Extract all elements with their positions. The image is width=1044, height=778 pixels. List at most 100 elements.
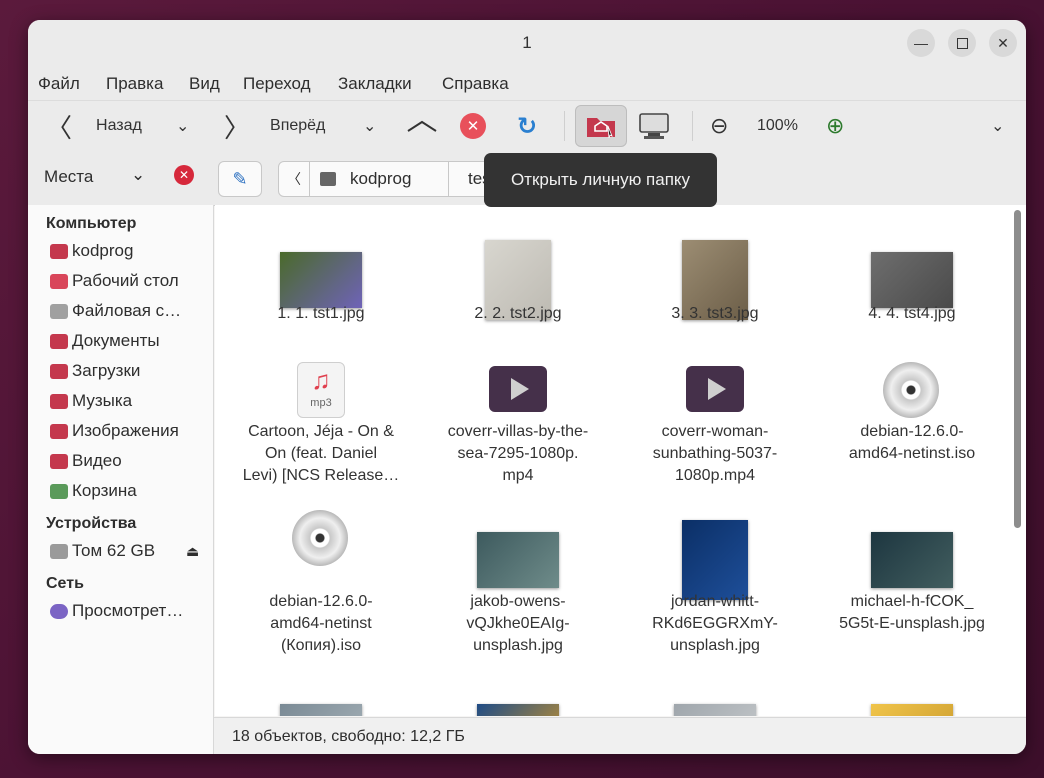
sidebar-item-label: Документы — [72, 331, 160, 350]
zoom-in-button[interactable]: ⊕ — [826, 111, 844, 141]
file-name: debian-12.6.0- amd64-netinst (Копия).iso — [226, 591, 416, 657]
image-thumbnail — [682, 520, 748, 600]
sidebar-header-devices: Устройства — [46, 515, 137, 532]
sidebar-item[interactable]: Документы — [50, 330, 160, 352]
sidebar-item[interactable]: Корзина — [50, 480, 137, 502]
status-text: 18 объектов, свободно: 12,2 ГБ — [232, 728, 465, 745]
chevron-right-icon: 〉 — [224, 112, 251, 143]
up-button[interactable] — [406, 111, 438, 141]
pencil-icon: ✎ — [232, 168, 248, 189]
file-name: 4. 4. tst4.jpg — [817, 303, 1007, 325]
home-folder-button[interactable] — [575, 105, 627, 147]
close-icon: ✕ — [178, 168, 190, 182]
folder-icon — [50, 303, 68, 319]
file-name: michael-h-fCOK_ 5G5t-E-unsplash.jpg — [817, 591, 1007, 635]
file-name-line: 3. 3. tst3.jpg — [671, 305, 759, 322]
sidebar-item-label: Рабочий стол — [72, 271, 179, 290]
image-thumbnail — [280, 704, 362, 716]
close-sidebar-button[interactable]: ✕ — [174, 165, 194, 185]
image-thumbnail — [280, 252, 362, 308]
file-name-line: 5G5t-E-unsplash.jpg — [839, 615, 985, 632]
folder-icon — [50, 243, 68, 259]
close-button[interactable]: ✕ — [989, 29, 1017, 57]
folder-icon — [50, 363, 68, 379]
file-name: coverr-villas-by-the-sea-7295-1080p. mp4 — [423, 421, 613, 487]
image-thumbnail — [871, 252, 953, 308]
drive-icon — [50, 543, 68, 559]
back-button[interactable]: 〈 Назад — [46, 111, 142, 143]
minimize-button[interactable]: — — [907, 29, 935, 57]
audio-badge: mp3 — [310, 397, 332, 409]
maximize-icon — [956, 37, 968, 49]
computer-button[interactable] — [638, 111, 670, 141]
back-label: Назад — [96, 117, 142, 134]
forward-history-dropdown[interactable]: ⌄ — [363, 111, 376, 141]
edit-location-button[interactable]: ✎ — [218, 161, 262, 197]
zoom-out-button[interactable]: ⊖ — [710, 111, 728, 141]
file-name-line: sea-7295-1080p. — [457, 445, 579, 462]
sidebar-item-label: Корзина — [72, 481, 137, 500]
reload-button[interactable]: ↻ — [517, 111, 537, 141]
path-segment-home-label: kodprog — [350, 169, 412, 188]
sidebar-item[interactable]: kodprog — [50, 240, 133, 262]
file-name-line: unsplash.jpg — [473, 637, 563, 654]
file-name: jordan-whitt- RKd6EGGRXmY-unsplash.jpg — [620, 591, 810, 657]
menu-go[interactable]: Переход — [243, 74, 311, 94]
sidebar-item[interactable]: Изображения — [50, 420, 179, 442]
video-file-icon — [489, 366, 547, 412]
places-label[interactable]: Места — [44, 167, 93, 187]
maximize-button[interactable] — [948, 29, 976, 57]
scrollbar[interactable] — [1014, 210, 1021, 528]
forward-button[interactable]: 〉 Вперёд — [224, 111, 326, 143]
stop-button[interactable]: ✕ — [460, 111, 486, 141]
chevron-left-icon: 〈 — [287, 171, 301, 187]
zoom-out-icon: ⊖ — [710, 113, 729, 138]
disc-image-icon — [292, 510, 348, 566]
file-name-line: mp4 — [502, 467, 534, 484]
file-name-line: Cartoon, Jéja - On & — [248, 423, 394, 440]
title-bar[interactable]: 1 — ✕ — [28, 20, 1026, 66]
path-scroll-left[interactable]: 〈 — [278, 161, 310, 197]
tooltip: Открыть личную папку — [484, 153, 717, 207]
back-history-dropdown[interactable]: ⌄ — [176, 111, 189, 141]
menu-view[interactable]: Вид — [189, 74, 220, 94]
close-icon: ✕ — [997, 34, 1009, 51]
chevron-down-icon: ⌄ — [176, 118, 190, 135]
folder-icon — [50, 453, 68, 469]
sidebar-item[interactable]: Файловая с… — [50, 300, 181, 322]
sidebar-item-label: Изображения — [72, 421, 179, 440]
sidebar: Компьютер Устройства Том 62 GB ⏏ Сеть Пр… — [28, 205, 214, 754]
sidebar-item-browse-network[interactable]: Просмотрет… — [50, 600, 183, 622]
toolbar-more-dropdown[interactable]: ⌄ — [991, 111, 1004, 141]
sidebar-item[interactable]: Музыка — [50, 390, 132, 412]
chevron-left-icon: 〈 — [46, 112, 73, 143]
file-name-line: (Копия).iso — [280, 637, 362, 654]
sidebar-item[interactable]: Загрузки — [50, 360, 140, 382]
play-icon — [511, 378, 529, 400]
folder-icon — [50, 333, 68, 349]
menu-file[interactable]: Файл — [38, 74, 80, 94]
file-name-line: 1. 1. tst1.jpg — [277, 305, 365, 322]
image-thumbnail — [477, 704, 559, 716]
menu-help[interactable]: Справка — [442, 74, 509, 94]
forward-label: Вперёд — [270, 117, 326, 134]
menu-bar: Файл Правка Вид Переход Закладки Справка — [28, 66, 1026, 101]
menu-bookmarks[interactable]: Закладки — [338, 74, 412, 94]
eject-icon[interactable]: ⏏ — [186, 543, 199, 560]
file-grid[interactable]: 1. 1. tst1.jpg 2. 2. tst2.jpg 3. 3. tst3.j… — [215, 205, 1026, 716]
file-name: jakob-owens-vQJkhe0EAIg-unsplash.jpg — [423, 591, 613, 657]
minimize-icon: — — [914, 35, 928, 51]
menu-edit[interactable]: Правка — [106, 74, 163, 94]
file-name-line: sunbathing-5037- — [652, 445, 778, 462]
image-thumbnail — [871, 704, 953, 716]
path-segment-home[interactable]: kodprog — [309, 161, 449, 197]
sidebar-item-volume[interactable]: Том 62 GB ⏏ — [50, 540, 199, 562]
sidebar-item[interactable]: Рабочий стол — [50, 270, 179, 292]
stop-icon: ✕ — [460, 113, 486, 139]
sidebar-item-label: Том 62 GB — [72, 541, 156, 560]
sidebar-item[interactable]: Видео — [50, 450, 122, 472]
file-name: 3. 3. tst3.jpg — [620, 303, 810, 325]
places-dropdown[interactable]: ⌄ — [131, 165, 145, 185]
file-name-line: jordan-whitt- — [670, 593, 760, 610]
toolbar-separator — [564, 111, 565, 141]
